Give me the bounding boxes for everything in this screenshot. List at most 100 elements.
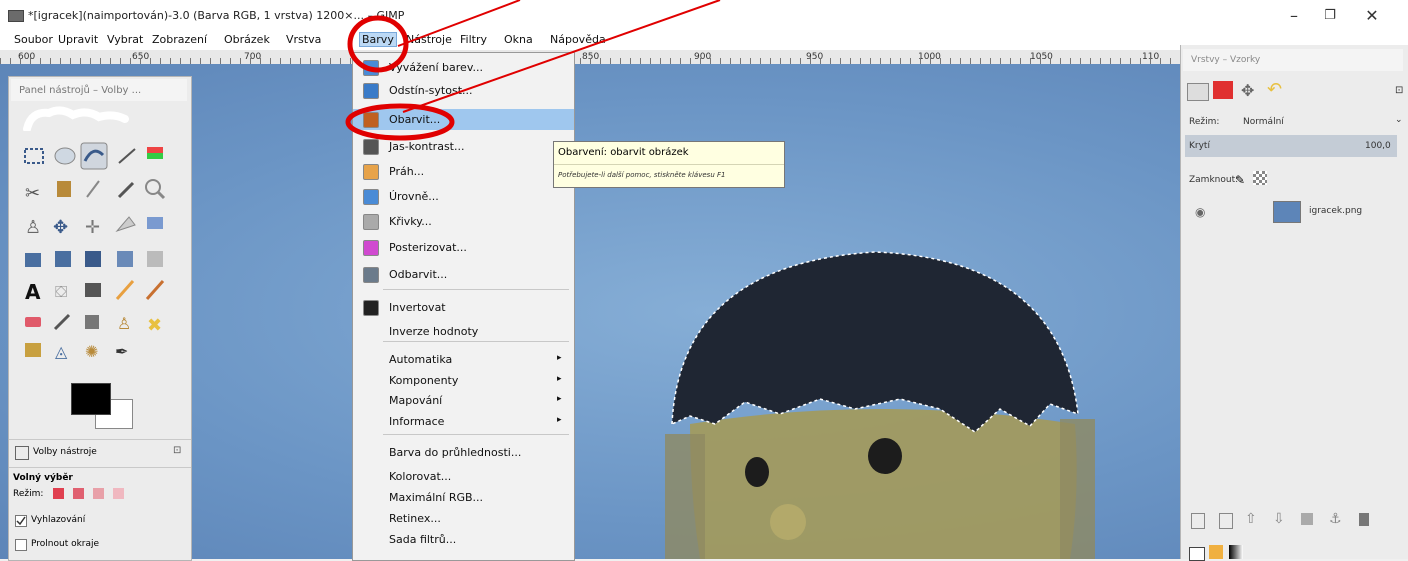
menu-vybrat[interactable]: Vybrat xyxy=(105,33,145,46)
submenu-arrow-icon: ▸ xyxy=(557,394,562,404)
colors-menu-item[interactable]: Odbarvit... xyxy=(353,264,574,285)
mode-intersect-icon[interactable] xyxy=(113,488,124,499)
tool-pencil-icon xyxy=(115,280,135,300)
tool-move-icon: ✥ xyxy=(53,217,68,238)
delete-layer-icon[interactable] xyxy=(1359,513,1369,526)
colorize-icon xyxy=(363,112,379,128)
pattern-swatch[interactable] xyxy=(1209,545,1223,559)
mode-subtract-icon[interactable] xyxy=(93,488,104,499)
colors-menu-item[interactable]: Automatika ▸ xyxy=(353,349,574,370)
new-layer-icon[interactable] xyxy=(1191,513,1205,529)
opacity-slider[interactable]: Krytí 100,0 xyxy=(1185,135,1397,157)
colors-menu-item[interactable]: Informace ▸ xyxy=(353,411,574,432)
svg-text:✛: ✛ xyxy=(85,217,100,238)
colors-menu-item[interactable]: Křivky... xyxy=(353,211,574,232)
toolbox-title: Panel nástrojů – Volby ... xyxy=(19,85,142,96)
maximize-button[interactable]: ❐ xyxy=(1318,6,1342,26)
colors-menu-item[interactable]: Komponenty ▸ xyxy=(353,370,574,391)
raise-layer-icon[interactable]: ⇧ xyxy=(1245,511,1257,527)
undo-history-tab-icon[interactable]: ↶ xyxy=(1267,79,1291,101)
brightness-contrast-icon xyxy=(363,139,379,155)
menu-barvy[interactable]: Barvy xyxy=(359,32,397,47)
svg-text:✒: ✒ xyxy=(115,342,128,361)
hue-saturation-icon xyxy=(363,83,379,99)
colors-menu-item[interactable]: Vyvážení barev... xyxy=(353,57,574,78)
lock-alpha-icon[interactable] xyxy=(1253,171,1267,185)
new-layer-group-icon[interactable] xyxy=(1219,513,1233,529)
tool-scissors-icon: ✂ xyxy=(25,183,40,204)
layer-name: igracek.png xyxy=(1309,206,1363,216)
mode-dropdown-icon[interactable]: ⌄ xyxy=(1395,115,1403,125)
paths-tab-icon[interactable]: ✥ xyxy=(1241,81,1261,100)
colors-menu-item[interactable]: Úrovně... xyxy=(353,186,574,207)
menu-item-label: Sada filtrů... xyxy=(389,533,457,546)
lock-pixels-icon[interactable]: ✎ xyxy=(1235,173,1245,187)
divider xyxy=(9,439,191,440)
colors-menu-item[interactable]: Maximální RGB... xyxy=(353,487,574,508)
foreground-color-swatch[interactable] xyxy=(71,383,111,415)
lower-layer-icon[interactable]: ⇩ xyxy=(1273,511,1285,527)
fg-bg-color-selector[interactable] xyxy=(71,383,137,431)
dock-menu-icon[interactable]: ⊡ xyxy=(1395,85,1403,96)
anchor-layer-icon[interactable]: ⚓ xyxy=(1329,511,1342,527)
colors-menu-item[interactable]: Sada filtrů... xyxy=(353,529,574,550)
menu-item-label: Invertovat xyxy=(389,301,446,314)
colors-menu-item[interactable]: Jas-kontrast... xyxy=(353,136,574,157)
menu-nastroje[interactable]: Nástroje xyxy=(404,33,454,46)
colors-menu-item[interactable]: Retinex... xyxy=(353,508,574,529)
menu-obrazek[interactable]: Obrázek xyxy=(222,33,272,46)
menu-separator xyxy=(383,434,569,435)
tab-menu-icon[interactable]: ⊡ xyxy=(173,445,181,456)
menu-napoveda[interactable]: Nápověda xyxy=(548,33,608,46)
colors-menu-item[interactable]: Invertovat xyxy=(353,297,574,318)
duplicate-layer-icon[interactable] xyxy=(1301,513,1313,525)
tool-options-tab-label: Volby nástroje xyxy=(33,447,97,457)
submenu-arrow-icon: ▸ xyxy=(557,353,562,363)
tool-rotate-icon xyxy=(147,217,163,229)
layers-tab-icon[interactable] xyxy=(1187,83,1209,101)
colors-menu-item[interactable]: Posterizovat... xyxy=(353,237,574,258)
svg-text:✥: ✥ xyxy=(53,217,68,238)
opacity-label: Krytí xyxy=(1189,141,1210,151)
tool-free-select-icon xyxy=(80,142,108,170)
layer-row[interactable]: ◉ igracek.png xyxy=(1185,197,1405,227)
invert-icon xyxy=(363,300,379,316)
mode-replace-icon[interactable] xyxy=(53,488,64,499)
close-button[interactable]: ✕ xyxy=(1360,6,1384,26)
tool-options-tab[interactable]: Volby nástroje ⊡ xyxy=(13,443,187,463)
menu-item-label: Barva do průhlednosti... xyxy=(389,446,522,459)
colors-menu-item[interactable]: Inverze hodnoty xyxy=(353,321,574,342)
tool-zoom-icon xyxy=(145,179,166,200)
layer-visibility-eye-icon[interactable]: ◉ xyxy=(1195,205,1205,219)
gradient-swatch[interactable] xyxy=(1229,545,1243,559)
colors-menu-item[interactable]: Obarvit... xyxy=(353,109,574,130)
menu-filtry[interactable]: Filtry xyxy=(458,33,489,46)
menu-item-label: Automatika xyxy=(389,353,453,366)
feather-edges-checkbox[interactable] xyxy=(15,539,27,551)
menu-zobrazeni[interactable]: Zobrazení xyxy=(150,33,209,46)
colors-menu-item[interactable]: Mapování ▸ xyxy=(353,390,574,411)
mode-label: Režim: xyxy=(13,489,44,499)
channels-tab-icon[interactable] xyxy=(1213,81,1233,99)
layer-mode-value[interactable]: Normální xyxy=(1243,117,1284,127)
minimize-button[interactable]: – xyxy=(1282,6,1306,26)
opacity-value: 100,0 xyxy=(1365,141,1391,151)
colors-menu-item[interactable]: Odstín-sytost... xyxy=(353,80,574,101)
colors-menu-item[interactable]: Barva do průhlednosti... xyxy=(353,442,574,463)
tool-dodge-burn-icon: ✒ xyxy=(115,342,128,361)
menu-vrstva[interactable]: Vrstva xyxy=(284,33,323,46)
menu-upravit[interactable]: Upravit xyxy=(56,33,100,46)
colors-menu-dropdown: Vyvážení barev... Odstín-sytost... Obarvit… xyxy=(352,52,575,561)
tooltip-title: Obarvení: obarvit obrázek xyxy=(558,147,689,158)
colors-menu-item[interactable]: Kolorovat... xyxy=(353,466,574,487)
menu-item-label: Vyvážení barev... xyxy=(389,61,483,74)
antialiasing-checkbox[interactable] xyxy=(15,515,27,527)
tool-ink-icon xyxy=(85,315,99,329)
menu-okna[interactable]: Okna xyxy=(502,33,535,46)
menu-soubor[interactable]: Soubor xyxy=(12,33,55,46)
tool-align-icon: ✛ xyxy=(85,217,100,238)
colors-menu-item[interactable]: Práh... xyxy=(353,161,574,182)
mode-add-icon[interactable] xyxy=(73,488,84,499)
tool-color-picker-icon xyxy=(117,181,135,199)
toolbox-panel: Panel nástrojů – Volby ... ✂ ♙ ✥ ✛ A ⛋ ♙… xyxy=(8,76,192,561)
